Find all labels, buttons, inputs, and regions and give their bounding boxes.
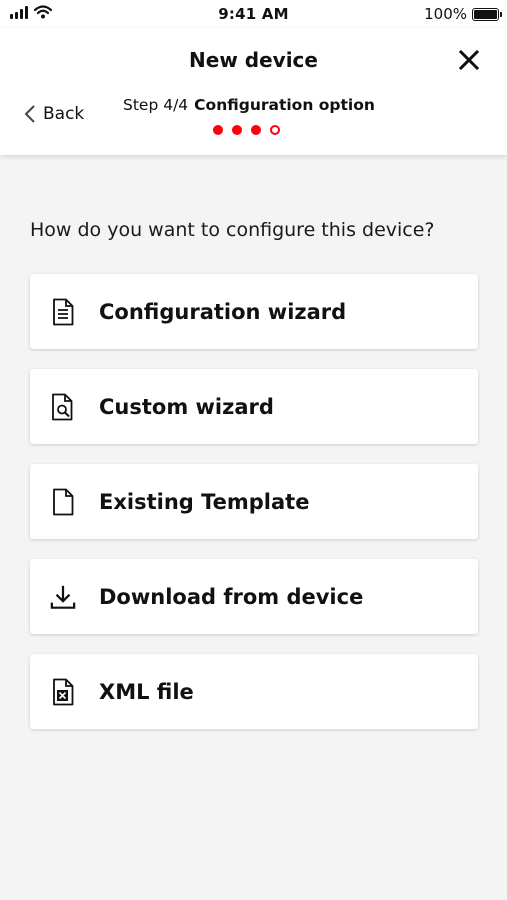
close-button[interactable] — [457, 48, 481, 72]
option-configuration-wizard[interactable]: Configuration wizard — [30, 274, 478, 349]
page-title: New device — [189, 48, 318, 72]
option-label: Configuration wizard — [99, 299, 347, 324]
chevron-left-icon — [24, 105, 35, 123]
close-icon — [458, 49, 480, 71]
status-bar: 9:41 AM 100% — [0, 0, 507, 28]
battery-icon — [472, 7, 502, 21]
option-existing-template[interactable]: Existing Template — [30, 464, 478, 539]
option-label: Existing Template — [99, 489, 310, 514]
step-count: Step 4/4 — [123, 96, 189, 114]
step-dot-completed — [213, 125, 223, 135]
step-dot-completed — [251, 125, 261, 135]
blank-document-icon — [50, 487, 76, 517]
options-list: Configuration wizard Custom wizard Exist… — [30, 274, 478, 749]
step-dot-current — [270, 125, 280, 135]
screen: 9:41 AM 100% New device Back Step 4/4 Co… — [0, 0, 507, 900]
step-indicator: Step 4/4 Configuration option — [123, 96, 375, 114]
question-text: How do you want to configure this device… — [30, 219, 435, 241]
battery-percentage: 100% — [424, 5, 467, 23]
back-button[interactable]: Back — [24, 104, 84, 124]
option-label: Custom wizard — [99, 394, 274, 419]
download-icon — [50, 582, 76, 612]
header: New device Back Step 4/4 Configuration o… — [0, 28, 507, 155]
step-dot-completed — [232, 125, 242, 135]
document-icon — [50, 297, 76, 327]
back-label: Back — [43, 104, 85, 124]
step-name: Configuration option — [194, 96, 375, 114]
xml-file-icon — [50, 677, 76, 707]
option-custom-wizard[interactable]: Custom wizard — [30, 369, 478, 444]
option-download-from-device[interactable]: Download from device — [30, 559, 478, 634]
option-label: Download from device — [99, 584, 364, 609]
document-search-icon — [50, 392, 76, 422]
option-label: XML file — [99, 679, 194, 704]
step-progress-dots — [213, 125, 280, 135]
option-xml-file[interactable]: XML file — [30, 654, 478, 729]
status-right: 100% — [424, 5, 502, 23]
